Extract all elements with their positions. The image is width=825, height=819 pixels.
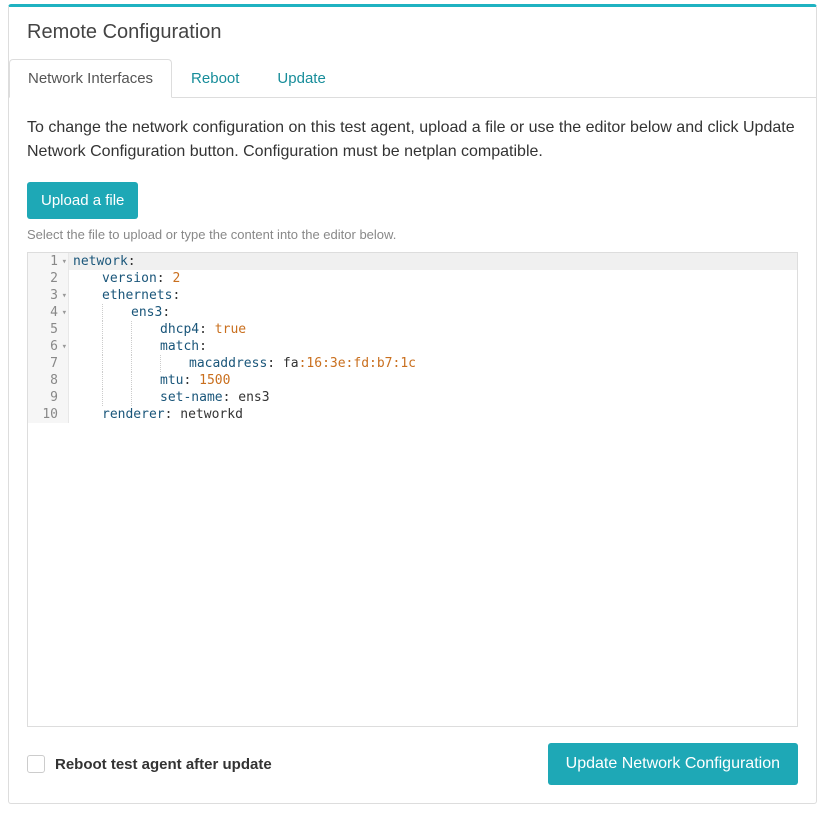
code-line[interactable]: 1▾network: [28, 253, 797, 270]
fold-icon[interactable]: ▾ [62, 339, 67, 356]
code-line[interactable]: 4▾ens3: [28, 304, 797, 321]
reboot-checkbox[interactable] [27, 755, 45, 773]
code-line[interactable]: 2version: 2 [28, 270, 797, 287]
tab-network-interfaces[interactable]: Network Interfaces [9, 59, 172, 98]
code-content[interactable]: version: 2 [69, 270, 797, 287]
fold-icon[interactable]: ▾ [62, 288, 67, 305]
upload-helper-text: Select the file to upload or type the co… [27, 227, 798, 242]
tab-bar: Network Interfaces Reboot Update [9, 58, 816, 98]
fold-icon[interactable]: ▾ [62, 305, 67, 322]
gutter-line-number: 5 [28, 321, 69, 338]
code-content[interactable]: match: [69, 338, 797, 355]
code-content[interactable]: set-name: ens3 [69, 389, 797, 406]
gutter-line-number: 6▾ [28, 338, 69, 355]
gutter-line-number: 8 [28, 372, 69, 389]
code-content[interactable]: renderer: networkd [69, 406, 797, 423]
code-line[interactable]: 9set-name: ens3 [28, 389, 797, 406]
page-title: Remote Configuration [9, 7, 816, 58]
gutter-line-number: 4▾ [28, 304, 69, 321]
gutter-line-number: 7 [28, 355, 69, 372]
footer: Reboot test agent after update Update Ne… [9, 727, 816, 803]
code-content[interactable]: ens3: [69, 304, 797, 321]
code-line[interactable]: 10renderer: networkd [28, 406, 797, 423]
tab-update[interactable]: Update [258, 59, 344, 98]
update-network-config-button[interactable]: Update Network Configuration [548, 743, 798, 785]
code-content[interactable]: dhcp4: true [69, 321, 797, 338]
config-card: Remote Configuration Network Interfaces … [8, 4, 817, 804]
code-content[interactable]: network: [69, 253, 797, 270]
code-line[interactable]: 8mtu: 1500 [28, 372, 797, 389]
code-content[interactable]: macaddress: fa:16:3e:fd:b7:1c [69, 355, 797, 372]
code-line[interactable]: 7macaddress: fa:16:3e:fd:b7:1c [28, 355, 797, 372]
code-line[interactable]: 5dhcp4: true [28, 321, 797, 338]
upload-file-button[interactable]: Upload a file [27, 182, 138, 219]
gutter-line-number: 10 [28, 406, 69, 423]
code-editor[interactable]: 1▾network:2version: 23▾ethernets:4▾ens3:… [27, 252, 798, 727]
reboot-checkbox-label: Reboot test agent after update [55, 756, 272, 773]
code-line[interactable]: 6▾match: [28, 338, 797, 355]
reboot-checkbox-wrap: Reboot test agent after update [27, 755, 272, 773]
gutter-line-number: 9 [28, 389, 69, 406]
gutter-line-number: 2 [28, 270, 69, 287]
code-line[interactable]: 3▾ethernets: [28, 287, 797, 304]
instructions-text: To change the network configuration on t… [27, 116, 798, 164]
gutter-line-number: 1▾ [28, 253, 69, 270]
fold-icon[interactable]: ▾ [62, 254, 67, 271]
code-content[interactable]: ethernets: [69, 287, 797, 304]
code-content[interactable]: mtu: 1500 [69, 372, 797, 389]
tab-content: To change the network configuration on t… [9, 98, 816, 727]
gutter-line-number: 3▾ [28, 287, 69, 304]
tab-reboot[interactable]: Reboot [172, 59, 258, 98]
